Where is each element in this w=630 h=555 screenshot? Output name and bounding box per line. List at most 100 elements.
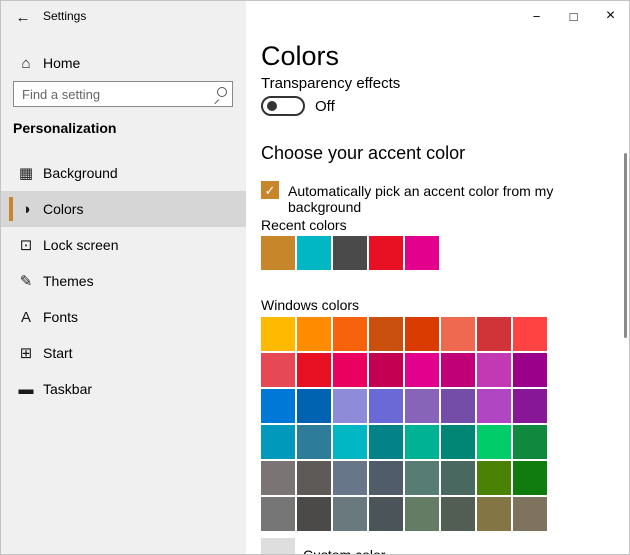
color-swatch[interactable] (297, 236, 331, 270)
color-swatch[interactable] (261, 389, 295, 423)
color-swatch[interactable] (513, 353, 547, 387)
lock-screen-icon: ⊡ (17, 236, 35, 254)
recent-colors-label: Recent colors (261, 217, 347, 233)
color-swatch[interactable] (261, 236, 295, 270)
sidebar-item-label: Lock screen (43, 237, 118, 253)
search-box (13, 81, 233, 107)
recent-colors-row (261, 236, 439, 270)
color-swatch[interactable] (369, 425, 403, 459)
color-swatch[interactable] (369, 461, 403, 495)
color-swatch[interactable] (477, 317, 511, 351)
minimize-button[interactable]: − (518, 1, 555, 31)
sidebar-item-themes[interactable]: ✎ Themes (1, 263, 246, 299)
color-swatch[interactable] (441, 389, 475, 423)
themes-icon: ✎ (17, 272, 35, 290)
color-swatch[interactable] (333, 317, 367, 351)
color-swatch[interactable] (261, 461, 295, 495)
sidebar-item-lock-screen[interactable]: ⊡ Lock screen (1, 227, 246, 263)
sidebar-item-label: Colors (43, 201, 83, 217)
color-swatch[interactable] (369, 389, 403, 423)
search-input[interactable] (13, 81, 233, 107)
sidebar-item-label: Home (43, 55, 80, 71)
color-swatch[interactable] (369, 317, 403, 351)
color-swatch[interactable] (405, 425, 439, 459)
color-swatch[interactable] (441, 497, 475, 531)
sidebar-item-fonts[interactable]: A Fonts (1, 299, 246, 335)
close-button[interactable]: × (592, 1, 629, 31)
color-swatch[interactable] (297, 389, 331, 423)
background-icon: ▦ (17, 164, 35, 182)
color-swatch[interactable] (369, 497, 403, 531)
sidebar-item-home[interactable]: ⌂ Home (1, 45, 246, 81)
color-swatch[interactable] (261, 317, 295, 351)
color-swatch[interactable] (405, 353, 439, 387)
sidebar-item-label: Background (43, 165, 118, 181)
sidebar-item-start[interactable]: ⊞ Start (1, 335, 246, 371)
color-swatch[interactable] (297, 317, 331, 351)
color-swatch[interactable] (513, 425, 547, 459)
colors-icon: ◑ (17, 201, 35, 218)
color-swatch[interactable] (369, 236, 403, 270)
color-swatch[interactable] (333, 353, 367, 387)
auto-pick-label: Automatically pick an accent color from … (288, 183, 629, 215)
color-swatch[interactable] (405, 317, 439, 351)
color-swatch[interactable] (477, 425, 511, 459)
color-swatch[interactable] (297, 497, 331, 531)
color-swatch[interactable] (405, 236, 439, 270)
search-icon[interactable] (213, 87, 227, 101)
color-swatch[interactable] (477, 353, 511, 387)
app-title: Settings (43, 9, 86, 23)
color-swatch[interactable] (333, 497, 367, 531)
color-swatch[interactable] (513, 317, 547, 351)
fonts-icon: A (17, 309, 35, 326)
transparency-toggle[interactable] (261, 96, 305, 116)
selected-indicator (9, 197, 13, 221)
color-swatch[interactable] (513, 389, 547, 423)
back-button[interactable]: ← (7, 4, 39, 30)
sidebar-item-colors[interactable]: ◑ Colors (1, 191, 246, 227)
toggle-knob (267, 101, 277, 111)
sidebar: ← Settings ⌂ Home Personalization ▦ Back… (1, 1, 246, 554)
color-swatch[interactable] (297, 461, 331, 495)
color-swatch[interactable] (513, 461, 547, 495)
checkmark-icon: ✓ (265, 184, 276, 197)
sidebar-item-background[interactable]: ▦ Background (1, 155, 246, 191)
sidebar-item-label: Taskbar (43, 381, 92, 397)
windows-colors-grid (261, 317, 547, 531)
color-swatch[interactable] (261, 353, 295, 387)
color-swatch[interactable] (441, 317, 475, 351)
auto-pick-checkbox[interactable]: ✓ (261, 181, 279, 199)
color-swatch[interactable] (261, 497, 295, 531)
settings-window: ← Settings ⌂ Home Personalization ▦ Back… (0, 0, 630, 555)
color-swatch[interactable] (297, 353, 331, 387)
accent-color-heading: Choose your accent color (261, 143, 465, 164)
color-swatch[interactable] (405, 497, 439, 531)
color-swatch[interactable] (297, 425, 331, 459)
color-swatch[interactable] (441, 353, 475, 387)
home-icon: ⌂ (17, 55, 35, 72)
color-swatch[interactable] (333, 425, 367, 459)
custom-color-row: Custom color (261, 538, 385, 555)
sidebar-item-taskbar[interactable]: ▬ Taskbar (1, 371, 246, 407)
color-swatch[interactable] (477, 497, 511, 531)
color-swatch[interactable] (477, 461, 511, 495)
maximize-button[interactable]: □ (555, 1, 592, 31)
color-swatch[interactable] (405, 461, 439, 495)
color-swatch[interactable] (333, 461, 367, 495)
color-swatch[interactable] (513, 497, 547, 531)
color-swatch[interactable] (261, 425, 295, 459)
window-controls: − □ × (518, 1, 629, 31)
sidebar-item-label: Start (43, 345, 73, 361)
color-swatch[interactable] (441, 425, 475, 459)
page-title: Colors (261, 41, 339, 72)
color-swatch[interactable] (477, 389, 511, 423)
scrollbar-thumb[interactable] (624, 153, 627, 338)
start-icon: ⊞ (17, 344, 35, 362)
color-swatch[interactable] (441, 461, 475, 495)
transparency-effects-label: Transparency effects (261, 75, 400, 92)
color-swatch[interactable] (369, 353, 403, 387)
color-swatch[interactable] (405, 389, 439, 423)
color-swatch[interactable] (333, 389, 367, 423)
custom-color-swatch[interactable] (261, 538, 295, 555)
color-swatch[interactable] (333, 236, 367, 270)
